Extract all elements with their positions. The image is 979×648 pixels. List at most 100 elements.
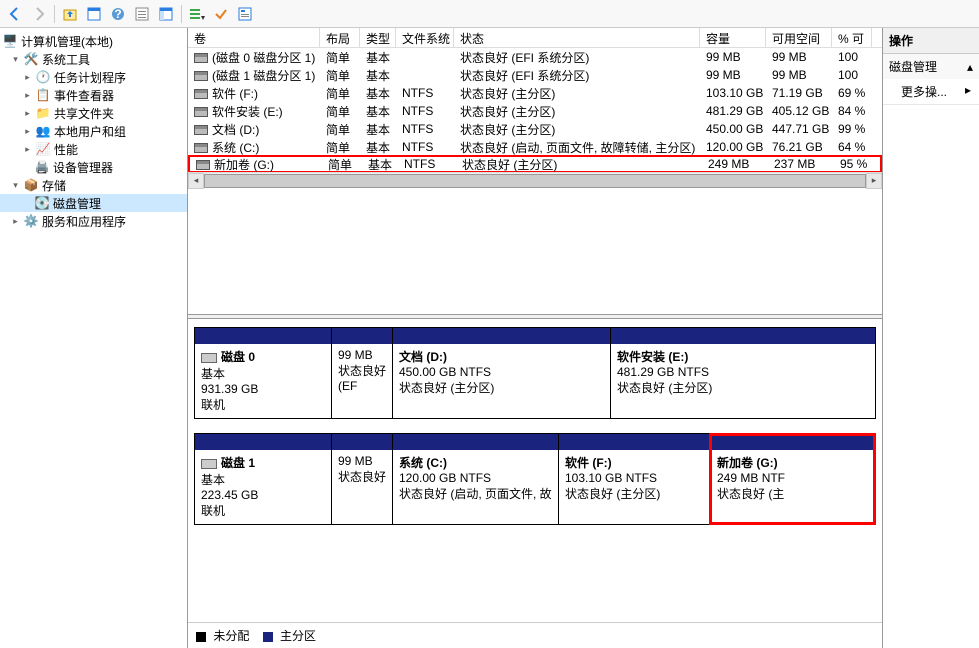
part-info: 249 MB NTF <box>717 471 869 485</box>
tree-event-viewer[interactable]: ▸ 📋 事件查看器 <box>0 86 187 104</box>
expand-icon[interactable]: ▸ <box>22 126 33 137</box>
volume-icon <box>194 53 208 63</box>
tree-performance[interactable]: ▸ 📈 性能 <box>0 140 187 158</box>
part-status: 状态良好 (启动, 页面文件, 故 <box>399 485 552 502</box>
svg-text:?: ? <box>114 7 121 21</box>
forward-button[interactable] <box>28 3 50 25</box>
tree-label: 存储 <box>42 177 66 194</box>
col-percent[interactable]: % 可 <box>832 28 872 47</box>
check-button[interactable] <box>210 3 232 25</box>
expand-icon[interactable]: ▸ <box>22 108 33 119</box>
disk-size: 931.39 GB <box>201 382 325 396</box>
disk-1-label[interactable]: 磁盘 1 基本 223.45 GB 联机 <box>194 433 332 525</box>
volume-list-header: 卷 布局 类型 文件系统 状态 容量 可用空间 % 可 <box>188 28 882 48</box>
tree-sys-tools[interactable]: ▾ 🛠️ 系统工具 <box>0 50 187 68</box>
expand-icon[interactable]: ▾ <box>10 54 21 65</box>
main-container: 🖥️ 计算机管理(本地) ▾ 🛠️ 系统工具 ▸ 🕐 任务计划程序 ▸ 📋 事件… <box>0 28 979 648</box>
disk-0-label[interactable]: 磁盘 0 基本 931.39 GB 联机 <box>194 327 332 419</box>
expand-icon[interactable]: ▸ <box>22 72 33 83</box>
partition-efi[interactable]: 99 MB 状态良好 (EF <box>332 328 392 418</box>
legend-unallocated-label: 未分配 <box>213 629 249 643</box>
clock-icon: 🕐 <box>35 69 51 85</box>
tree-disk-management[interactable]: 💽 磁盘管理 <box>0 194 187 212</box>
tree-root[interactable]: 🖥️ 计算机管理(本地) <box>0 32 187 50</box>
expand-icon[interactable]: ▸ <box>22 144 33 155</box>
center-panel: 卷 布局 类型 文件系统 状态 容量 可用空间 % 可 (磁盘 0 磁盘分区 1… <box>188 28 883 648</box>
view-button[interactable] <box>83 3 105 25</box>
actions-header: 操作 <box>883 28 979 54</box>
tree-local-users[interactable]: ▸ 👥 本地用户和组 <box>0 122 187 140</box>
part-label: 系统 (C:) <box>399 454 552 471</box>
col-free[interactable]: 可用空间 <box>766 28 832 47</box>
graphical-view: 磁盘 0 基本 931.39 GB 联机 99 MB 状态良好 (EF 文档 (… <box>188 319 882 622</box>
tree-storage[interactable]: ▾ 📦 存储 <box>0 176 187 194</box>
actions-more[interactable]: 更多操... ▸ <box>883 79 979 104</box>
expand-icon[interactable]: ▸ <box>22 90 33 101</box>
volume-row[interactable]: (磁盘 0 磁盘分区 1)简单基本状态良好 (EFI 系统分区)99 MB99 … <box>188 48 882 66</box>
scroll-left-arrow[interactable]: ◂ <box>188 173 204 189</box>
partition-c[interactable]: 系统 (C:) 120.00 GB NTFS 状态良好 (启动, 页面文件, 故 <box>392 434 558 524</box>
tree-label: 计算机管理(本地) <box>21 33 113 50</box>
scroll-right-arrow[interactable]: ▸ <box>866 173 882 189</box>
volume-row[interactable]: (磁盘 1 磁盘分区 1)简单基本状态良好 (EFI 系统分区)99 MB99 … <box>188 66 882 84</box>
part-status: 状态良好 (主分区) <box>565 485 704 502</box>
scroll-thumb[interactable] <box>204 174 866 188</box>
services-icon: ⚙️ <box>23 213 39 229</box>
perf-icon: 📈 <box>35 141 51 157</box>
partition-g[interactable]: 新加卷 (G:) 249 MB NTF 状态良好 (主 <box>710 434 875 524</box>
part-info: 103.10 GB NTFS <box>565 471 704 485</box>
disk-0-block: 磁盘 0 基本 931.39 GB 联机 99 MB 状态良好 (EF 文档 (… <box>194 327 876 419</box>
menu-button[interactable] <box>186 3 208 25</box>
expand-icon[interactable]: ▾ <box>10 180 21 191</box>
horizontal-scrollbar[interactable]: ◂ ▸ <box>188 172 882 188</box>
event-icon: 📋 <box>35 87 51 103</box>
storage-icon: 📦 <box>23 177 39 193</box>
col-layout[interactable]: 布局 <box>320 28 360 47</box>
help-button[interactable]: ? <box>107 3 129 25</box>
tree-label: 性能 <box>54 141 78 158</box>
disk-0-partitions: 99 MB 状态良好 (EF 文档 (D:) 450.00 GB NTFS 状态… <box>332 327 876 419</box>
disk-type: 基本 <box>201 365 325 382</box>
legend-unallocated-swatch <box>196 632 206 642</box>
tree-shared-folders[interactable]: ▸ 📁 共享文件夹 <box>0 104 187 122</box>
volume-icon <box>196 160 210 170</box>
computer-icon: 🖥️ <box>2 33 18 49</box>
tree-task-scheduler[interactable]: ▸ 🕐 任务计划程序 <box>0 68 187 86</box>
actions-group: 磁盘管理 ▴ 更多操... ▸ <box>883 54 979 105</box>
col-volume[interactable]: 卷 <box>188 28 320 47</box>
toolbar: ? <box>0 0 979 28</box>
up-button[interactable] <box>59 3 81 25</box>
col-filesystem[interactable]: 文件系统 <box>396 28 454 47</box>
volume-row[interactable]: 系统 (C:)简单基本NTFS状态良好 (启动, 页面文件, 故障转储, 主分区… <box>188 138 882 156</box>
partition-efi[interactable]: 99 MB 状态良好 <box>332 434 392 524</box>
partition-e[interactable]: 软件安装 (E:) 481.29 GB NTFS 状态良好 (主分区) <box>610 328 875 418</box>
col-type[interactable]: 类型 <box>360 28 396 47</box>
form-button[interactable] <box>234 3 256 25</box>
tree-services-apps[interactable]: ▸ ⚙️ 服务和应用程序 <box>0 212 187 230</box>
col-status[interactable]: 状态 <box>454 28 700 47</box>
volume-row[interactable]: 新加卷 (G:)简单基本NTFS状态良好 (主分区)249 MB237 MB95… <box>188 155 882 172</box>
tree-label: 共享文件夹 <box>54 105 114 122</box>
refresh-button[interactable] <box>131 3 153 25</box>
col-capacity[interactable]: 容量 <box>700 28 766 47</box>
disk-1-block: 磁盘 1 基本 223.45 GB 联机 99 MB 状态良好 系统 (C:) … <box>194 433 876 525</box>
legend-primary-label: 主分区 <box>280 629 316 643</box>
volume-row[interactable]: 软件安装 (E:)简单基本NTFS状态良好 (主分区)481.29 GB405.… <box>188 102 882 120</box>
sheet-button[interactable] <box>155 3 177 25</box>
actions-group-title[interactable]: 磁盘管理 ▴ <box>883 54 979 79</box>
users-icon: 👥 <box>35 123 51 139</box>
tree-label: 本地用户和组 <box>54 123 126 140</box>
partition-f[interactable]: 软件 (F:) 103.10 GB NTFS 状态良好 (主分区) <box>558 434 710 524</box>
part-label: 软件安装 (E:) <box>617 348 869 365</box>
volume-row[interactable]: 文档 (D:)简单基本NTFS状态良好 (主分区)450.00 GB447.71… <box>188 120 882 138</box>
tree-label: 事件查看器 <box>54 87 114 104</box>
volume-row[interactable]: 软件 (F:)简单基本NTFS状态良好 (主分区)103.10 GB71.19 … <box>188 84 882 102</box>
tree-device-manager[interactable]: 🖨️ 设备管理器 <box>0 158 187 176</box>
disk-title: 磁盘 1 <box>221 456 255 470</box>
partition-d[interactable]: 文档 (D:) 450.00 GB NTFS 状态良好 (主分区) <box>392 328 610 418</box>
volume-list: 卷 布局 类型 文件系统 状态 容量 可用空间 % 可 (磁盘 0 磁盘分区 1… <box>188 28 882 314</box>
expand-icon[interactable]: ▸ <box>10 216 21 227</box>
back-button[interactable] <box>4 3 26 25</box>
volume-icon <box>194 107 208 117</box>
disk-state: 联机 <box>201 396 325 413</box>
